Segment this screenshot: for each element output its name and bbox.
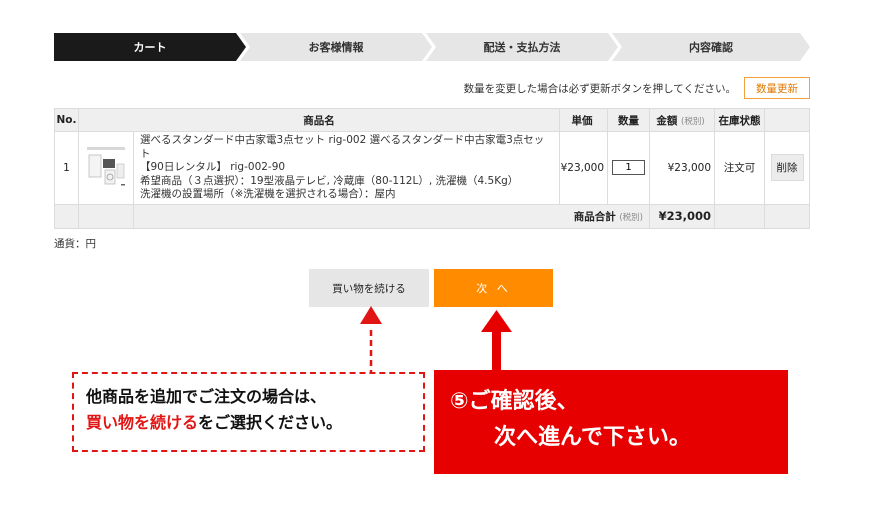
subtotal-label-text: 商品合計 <box>573 210 616 223</box>
continue-shopping-callout: 他商品を追加でご注文の場合は、 買い物を続けるをご選択ください。 <box>72 372 425 452</box>
product-option-line1: 希望商品（３点選択）：19型液晶テレビ, 冷蔵庫（80-112L）, 洗濯機（4… <box>140 174 519 187</box>
step-cart: カート <box>54 33 246 61</box>
next-button[interactable]: 次 へ <box>434 269 553 307</box>
header-amount: 金額 (税別) <box>649 108 715 132</box>
stock-status: 注文可 <box>714 131 765 205</box>
step-confirm-label: 内容確認 <box>689 41 733 54</box>
quantity-input[interactable] <box>612 160 645 176</box>
subtotal-row: 商品合計 (税別) ¥23,000 <box>54 203 810 229</box>
continue-shopping-button[interactable]: 買い物を続ける <box>309 269 429 307</box>
line-amount: ¥23,000 <box>649 131 715 205</box>
cart-table: No. 商品名 単価 数量 金額 (税別) 在庫状態 1 選べるスタンダード中古… <box>54 108 810 229</box>
callout-right-line1: ⑤ご確認後、 <box>450 389 579 414</box>
delete-cell: 削除 <box>764 131 810 205</box>
callout-left-highlight: 買い物を続ける <box>86 413 199 432</box>
delete-button[interactable]: 削除 <box>770 154 804 182</box>
quantity-cell <box>607 131 650 205</box>
subtotal-label: 商品合計 (税別) <box>133 203 650 229</box>
header-qty: 数量 <box>607 108 650 132</box>
dashed-arrow-head <box>360 306 382 324</box>
product-thumbnail[interactable] <box>85 146 127 190</box>
currency-note: 通貨：円 <box>54 238 96 250</box>
callout-right-line2: 次へ進んで下さい。 <box>494 425 691 450</box>
callout-left-line1: 他商品を追加でご注文の場合は、 <box>86 387 327 406</box>
product-description: 選べるスタンダード中古家電3点セット rig-002 選べるスタンダード中古家電… <box>133 131 560 205</box>
solid-arrow-head <box>481 310 512 332</box>
product-option-line2: 洗濯機の設置場所（※洗濯機を選択される場合）：屋内 <box>140 188 396 200</box>
product-name-line2[interactable]: 【90日レンタル】 rig-002-90 <box>140 161 553 175</box>
table-row: 1 選べるスタンダード中古家電3点セット rig-002 選べるスタンダード中古 <box>54 131 810 205</box>
step-customer-info: お客様情報 <box>240 33 432 61</box>
header-no: No. <box>54 108 79 132</box>
subtotal-value: ¥23,000 <box>649 203 715 229</box>
subtotal-empty-img <box>78 203 134 229</box>
step-cart-label: カート <box>133 41 167 54</box>
checkout-steps: カート お客様情報 配送・支払方法 内容確認 <box>54 33 810 61</box>
header-delete <box>764 108 810 132</box>
solid-arrow-line <box>492 330 501 370</box>
next-step-callout: ⑤ご確認後、 次へ進んで下さい。 <box>434 370 788 474</box>
callout-left-line2: 買い物を続けるをご選択ください。 <box>86 410 411 436</box>
unit-price: ¥23,000 <box>559 131 608 205</box>
product-name-line1[interactable]: 選べるスタンダード中古家電3点セット rig-002 選べるスタンダード中古家電… <box>140 134 553 161</box>
update-quantity-button[interactable]: 数量更新 <box>744 77 810 99</box>
step-shipping-payment: 配送・支払方法 <box>426 33 618 61</box>
row-no: 1 <box>54 131 79 205</box>
header-price: 単価 <box>559 108 608 132</box>
appliance-set-image <box>87 146 125 186</box>
step-shipping-payment-label: 配送・支払方法 <box>483 41 561 54</box>
callout-left-rest: をご選択ください。 <box>198 413 343 432</box>
header-product: 商品名 <box>78 108 560 132</box>
cart-table-header: No. 商品名 単価 数量 金額 (税別) 在庫状態 <box>54 108 810 132</box>
subtotal-empty-stock <box>714 203 765 229</box>
subtotal-empty-no <box>54 203 79 229</box>
header-stock: 在庫状態 <box>714 108 765 132</box>
step-confirm: 内容確認 <box>612 33 810 61</box>
quantity-update-notice: 数量を変更した場合は必ず更新ボタンを押してください。 <box>463 83 736 95</box>
subtotal-empty-del <box>764 203 810 229</box>
product-thumbnail-cell <box>78 131 134 205</box>
header-amount-tax: (税別) <box>681 116 705 127</box>
header-amount-label: 金額 <box>656 114 678 127</box>
step-customer-info-label: お客様情報 <box>308 41 364 54</box>
subtotal-tax: (税別) <box>619 212 643 223</box>
